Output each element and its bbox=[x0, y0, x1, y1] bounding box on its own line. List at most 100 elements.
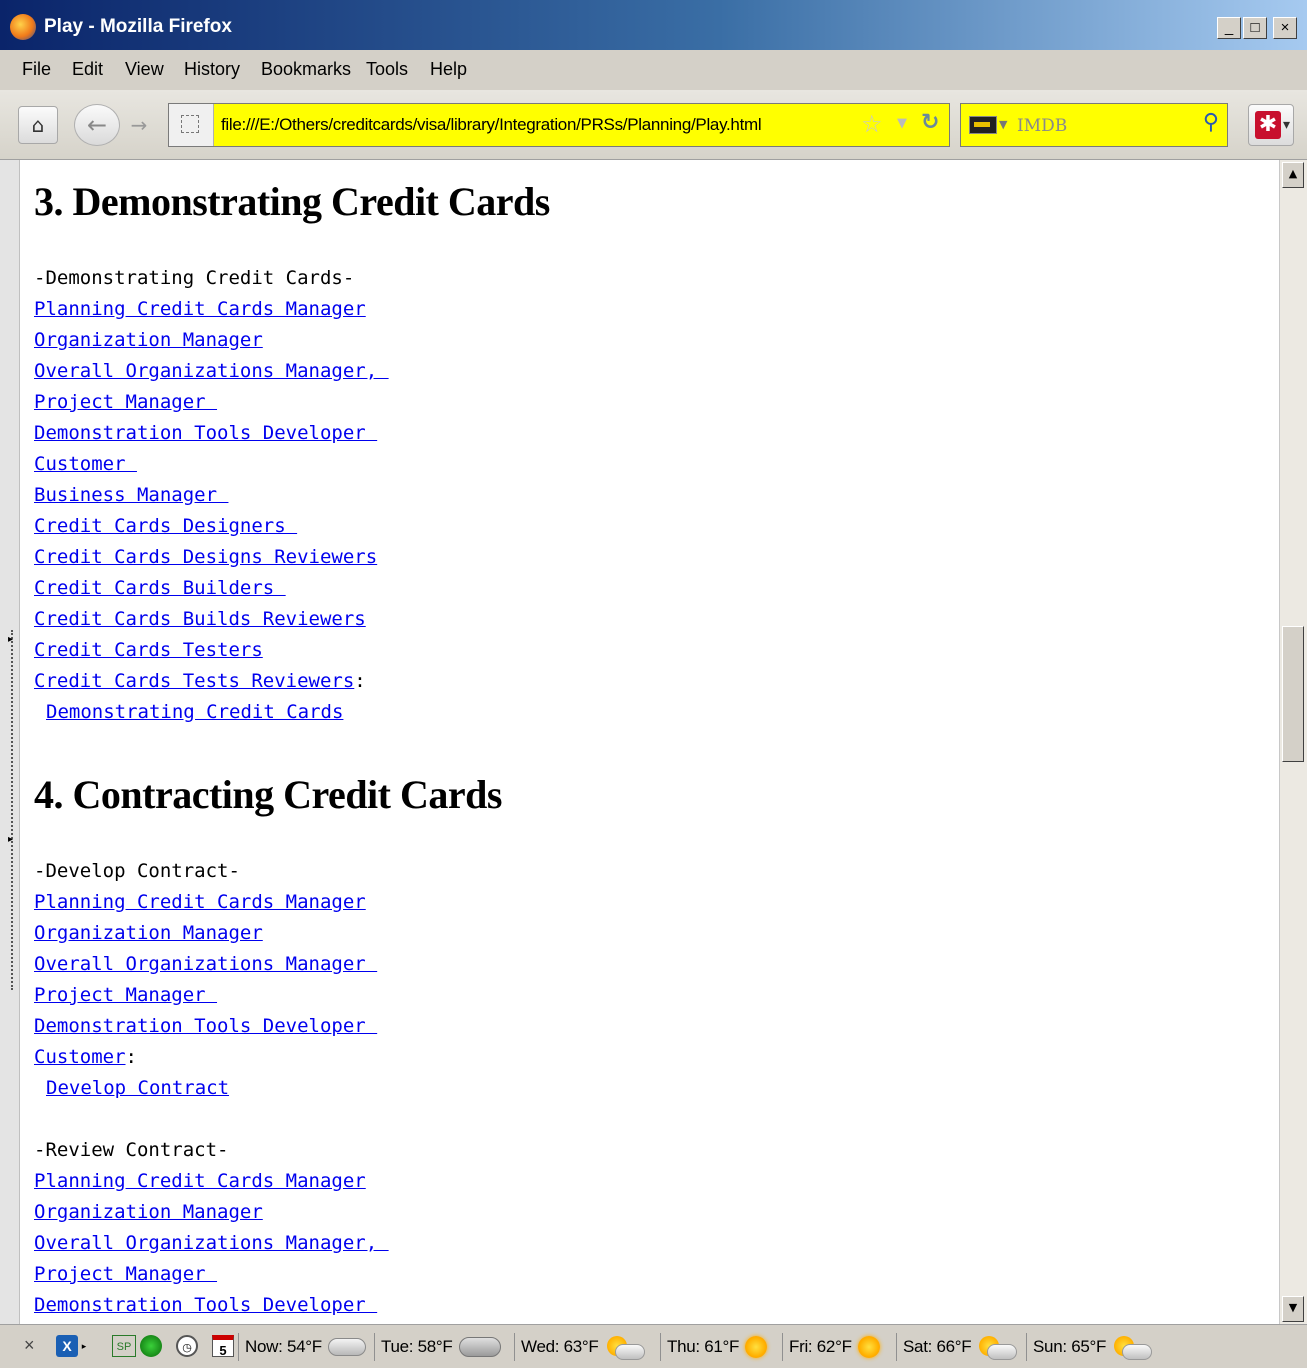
sun-icon bbox=[745, 1336, 768, 1358]
menu-bar: File Edit View History Bookmarks Tools H… bbox=[0, 50, 1307, 90]
role-link[interactable]: Organization Manager bbox=[34, 1201, 263, 1223]
vertical-scrollbar[interactable]: ▲ ▼ bbox=[1279, 160, 1307, 1324]
splitter-arrow-icon: ▸ bbox=[8, 834, 14, 845]
role-link[interactable]: Demonstration Tools Developer bbox=[34, 422, 377, 444]
role-link[interactable]: Organization Manager bbox=[34, 329, 263, 351]
reload-icon[interactable]: ↻ bbox=[921, 110, 939, 135]
scroll-up-button[interactable]: ▲ bbox=[1282, 162, 1304, 188]
engine-dropdown-icon[interactable]: ▼ bbox=[999, 118, 1007, 131]
role-link[interactable]: Overall Organizations Manager bbox=[34, 953, 377, 975]
addon-button[interactable]: ✱ ▾ bbox=[1248, 104, 1294, 146]
role-link[interactable]: Credit Cards Testers bbox=[34, 639, 263, 661]
role-list: -Develop Contract- Planning Credit Cards… bbox=[34, 856, 389, 1321]
page-content: 3. Demonstrating Credit Cards -Demonstra… bbox=[34, 160, 1274, 1324]
addon-arrow-icon: ▸ bbox=[81, 1341, 87, 1351]
role-link[interactable]: Planning Credit Cards Manager bbox=[34, 298, 366, 320]
weather-wed[interactable]: Wed: 63°F bbox=[514, 1333, 645, 1361]
partly-sunny-icon bbox=[977, 1336, 1018, 1360]
sidebar-splitter[interactable]: ▸ ▸ bbox=[0, 160, 20, 1324]
down-arrow-icon: ▼ bbox=[1288, 1301, 1298, 1314]
navigation-toolbar: ⌂ ← → file:///E:/Others/creditcards/visa… bbox=[0, 90, 1307, 160]
menu-bookmarks[interactable]: Bookmarks bbox=[261, 59, 351, 80]
green-status-icon[interactable] bbox=[140, 1335, 162, 1357]
menu-file[interactable]: File bbox=[22, 59, 51, 80]
x-addon-icon[interactable]: X bbox=[56, 1335, 78, 1357]
role-link[interactable]: Credit Cards Tests Reviewers bbox=[34, 670, 354, 692]
colon: : bbox=[125, 1046, 137, 1068]
search-icon[interactable]: ⚲ bbox=[1203, 110, 1219, 135]
forward-button[interactable]: → bbox=[124, 110, 154, 140]
firefox-logo-icon bbox=[10, 14, 36, 40]
weather-now[interactable]: Now: 54°F bbox=[238, 1333, 366, 1361]
role-link[interactable]: Customer bbox=[34, 1046, 126, 1068]
role-link[interactable]: Demonstration Tools Developer bbox=[34, 1015, 377, 1037]
forward-arrow-icon: → bbox=[130, 113, 148, 137]
minimize-button[interactable]: _ bbox=[1217, 17, 1241, 39]
partly-sunny-icon bbox=[605, 1336, 645, 1360]
scroll-down-button[interactable]: ▼ bbox=[1282, 1296, 1304, 1322]
close-addon-bar-icon[interactable]: × bbox=[24, 1335, 35, 1356]
role-link[interactable]: Organization Manager bbox=[34, 922, 263, 944]
menu-help[interactable]: Help bbox=[430, 59, 467, 80]
clock-icon[interactable]: ◷ bbox=[176, 1335, 198, 1357]
weather-tue[interactable]: Tue: 58°F bbox=[374, 1333, 501, 1361]
weather-fri[interactable]: Fri: 62°F bbox=[782, 1333, 880, 1361]
section-heading: 3. Demonstrating Credit Cards bbox=[34, 179, 550, 224]
page-viewport: ▸ ▸ 3. Demonstrating Credit Cards -Demon… bbox=[0, 160, 1307, 1324]
role-link[interactable]: Project Manager bbox=[34, 984, 217, 1006]
action-link[interactable]: Demonstrating Credit Cards bbox=[46, 701, 343, 723]
addon-star-icon: ✱ bbox=[1255, 111, 1281, 139]
home-icon: ⌂ bbox=[31, 113, 45, 137]
role-link[interactable]: Demonstration Tools Developer bbox=[34, 1294, 377, 1316]
role-link[interactable]: Project Manager bbox=[34, 391, 217, 413]
history-dropdown-icon[interactable]: ▼ bbox=[897, 116, 907, 131]
role-link[interactable]: Customer bbox=[34, 453, 137, 475]
cloud-icon bbox=[327, 1338, 366, 1356]
weather-sat[interactable]: Sat: 66°F bbox=[896, 1333, 1018, 1361]
addon-dropdown-icon: ▾ bbox=[1283, 117, 1291, 133]
menu-view[interactable]: View bbox=[125, 59, 164, 80]
role-link[interactable]: Credit Cards Builders bbox=[34, 577, 286, 599]
bookmark-star-icon[interactable]: ☆ bbox=[861, 110, 883, 138]
role-link[interactable]: Credit Cards Designers bbox=[34, 515, 297, 537]
sp-icon[interactable]: SP bbox=[112, 1335, 136, 1357]
role-link[interactable]: Project Manager bbox=[34, 1263, 217, 1285]
block-title: -Demonstrating Credit Cards- bbox=[34, 267, 355, 289]
page-icon bbox=[181, 115, 199, 133]
search-bar[interactable]: ▼ IMDB ⚲ bbox=[960, 103, 1228, 147]
up-arrow-icon: ▲ bbox=[1288, 167, 1298, 180]
imdb-engine-icon[interactable] bbox=[969, 116, 997, 134]
role-link[interactable]: Overall Organizations Manager, bbox=[34, 360, 389, 382]
maximize-button[interactable]: □ bbox=[1243, 17, 1267, 39]
back-arrow-icon: ← bbox=[86, 111, 108, 139]
url-text[interactable]: file:///E:/Others/creditcards/visa/libra… bbox=[221, 115, 762, 135]
menu-edit[interactable]: Edit bbox=[72, 59, 103, 80]
role-link[interactable]: Credit Cards Designs Reviewers bbox=[34, 546, 377, 568]
role-link[interactable]: Planning Credit Cards Manager bbox=[34, 1170, 366, 1192]
sun-icon bbox=[857, 1336, 880, 1358]
action-link[interactable]: Develop Contract bbox=[46, 1077, 229, 1099]
scroll-thumb[interactable] bbox=[1282, 626, 1304, 762]
weather-thu[interactable]: Thu: 61°F bbox=[660, 1333, 768, 1361]
site-identity-button[interactable] bbox=[169, 104, 214, 146]
close-button[interactable]: × bbox=[1273, 17, 1297, 39]
weather-sun[interactable]: Sun: 65°F bbox=[1026, 1333, 1153, 1361]
search-input[interactable]: IMDB bbox=[1017, 116, 1067, 136]
role-link[interactable]: Planning Credit Cards Manager bbox=[34, 891, 366, 913]
back-button[interactable]: ← bbox=[74, 104, 120, 146]
splitter-arrow-icon: ▸ bbox=[8, 634, 14, 645]
partly-sunny-icon bbox=[1112, 1336, 1153, 1360]
rain-cloud-icon bbox=[458, 1337, 501, 1357]
role-link[interactable]: Business Manager bbox=[34, 484, 228, 506]
colon: : bbox=[354, 670, 366, 692]
menu-history[interactable]: History bbox=[184, 59, 240, 80]
role-link[interactable]: Overall Organizations Manager, bbox=[34, 1232, 389, 1254]
status-bar: × X ▸ SP ◷ 5 Now: 54°F Tue: 58°F Wed: 63… bbox=[0, 1324, 1307, 1368]
home-button[interactable]: ⌂ bbox=[18, 106, 58, 144]
calendar-icon[interactable]: 5 bbox=[212, 1335, 234, 1358]
back-forward-group: ← → bbox=[74, 104, 156, 146]
block-title: -Develop Contract- bbox=[34, 860, 240, 882]
role-link[interactable]: Credit Cards Builds Reviewers bbox=[34, 608, 366, 630]
address-bar[interactable]: file:///E:/Others/creditcards/visa/libra… bbox=[168, 103, 950, 147]
menu-tools[interactable]: Tools bbox=[366, 59, 408, 80]
